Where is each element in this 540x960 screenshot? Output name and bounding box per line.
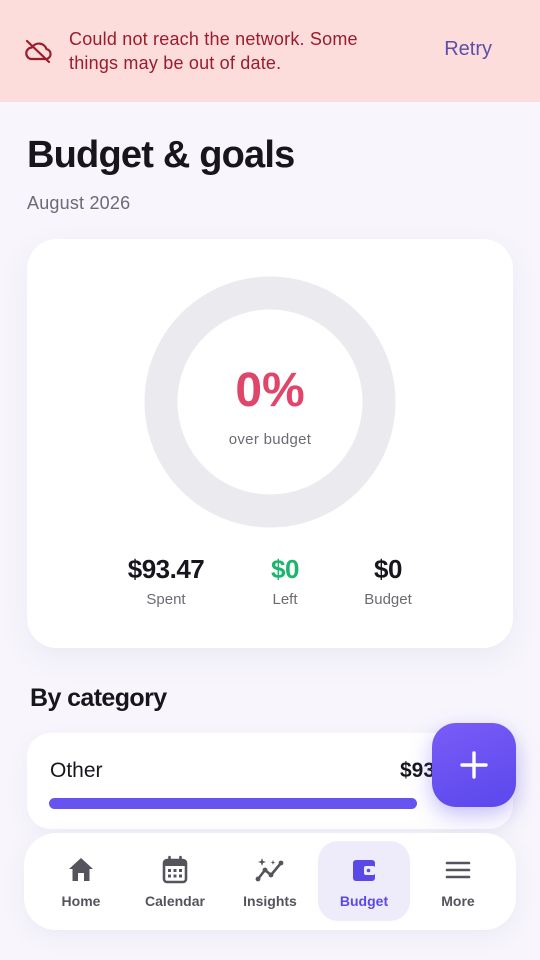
page-title: Budget & goals bbox=[27, 134, 295, 176]
stat-label: Budget bbox=[364, 591, 412, 608]
cloud-off-icon bbox=[25, 39, 52, 64]
nav-item-budget[interactable]: Budget bbox=[318, 841, 410, 921]
nav-item-insights[interactable]: Insights bbox=[224, 841, 316, 921]
nav-item-more[interactable]: More bbox=[412, 841, 504, 921]
nav-label: Insights bbox=[243, 893, 297, 909]
plus-icon bbox=[460, 751, 488, 779]
retry-button[interactable]: Retry bbox=[444, 38, 492, 61]
stat-value: $0 bbox=[271, 554, 299, 584]
over-budget-percent: 0% bbox=[235, 364, 305, 417]
menu-icon bbox=[445, 861, 471, 879]
stat-label: Spent bbox=[146, 591, 186, 608]
nav-item-home[interactable]: Home bbox=[35, 841, 127, 921]
bottom-nav: Home Calendar Insights Budget More bbox=[24, 833, 516, 930]
offline-banner: Could not reach the network. Some things… bbox=[0, 0, 540, 102]
insights-icon bbox=[255, 858, 284, 882]
nav-label: Calendar bbox=[145, 893, 205, 909]
budget-summary-card: 0% over budget $93.47 Spent $0 Left $0 B… bbox=[27, 239, 513, 648]
stat-label: Left bbox=[272, 591, 298, 608]
banner-message: Could not reach the network. Some things… bbox=[69, 29, 358, 73]
section-title: By category bbox=[30, 684, 167, 712]
category-amount: $93 bbox=[400, 759, 436, 782]
stat-value: $0 bbox=[374, 554, 402, 584]
stat-left: $0 Left bbox=[225, 554, 345, 608]
stat-value: $93.47 bbox=[127, 554, 205, 584]
home-icon bbox=[69, 858, 93, 881]
stat-budget: $0 Budget bbox=[328, 554, 448, 608]
nav-label: Budget bbox=[339, 893, 389, 909]
calendar-icon bbox=[162, 855, 188, 884]
category-progress-bar bbox=[49, 798, 417, 809]
stat-spent: $93.47 Spent bbox=[106, 554, 226, 608]
nav-item-calendar[interactable]: Calendar bbox=[129, 841, 221, 921]
category-name: Other bbox=[50, 759, 103, 782]
wallet-icon bbox=[353, 860, 375, 881]
over-budget-caption: over budget bbox=[228, 431, 312, 448]
add-button[interactable] bbox=[432, 723, 516, 807]
nav-label: Home bbox=[61, 893, 101, 909]
nav-label: More bbox=[441, 893, 475, 909]
month-label: August 2026 bbox=[27, 193, 131, 213]
